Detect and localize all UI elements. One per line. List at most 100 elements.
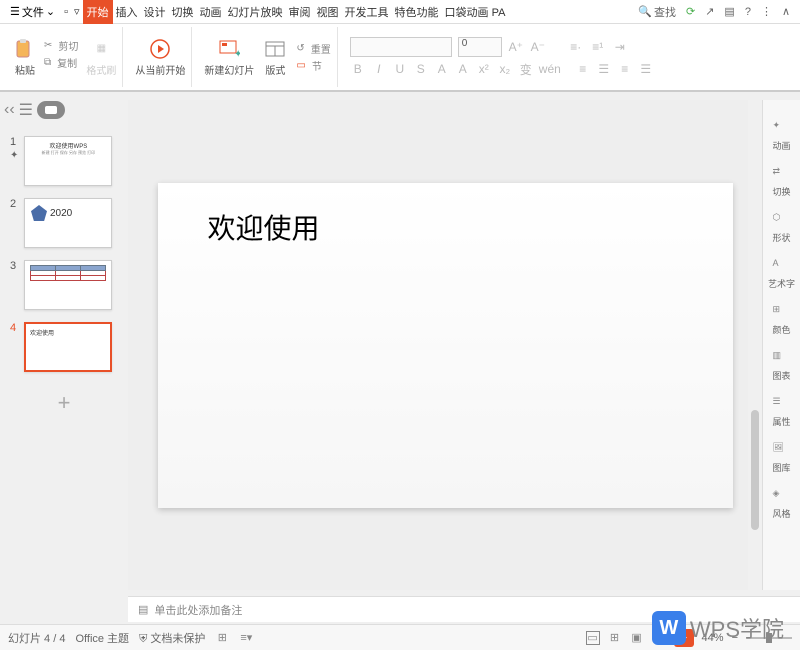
tab-transition[interactable]: 切换 <box>169 2 197 22</box>
pinyin-button[interactable]: wén <box>539 62 555 76</box>
right-panel-properties[interactable]: ☰属性 <box>772 396 790 428</box>
scroll-thumb[interactable] <box>751 410 759 530</box>
quick-dropdown[interactable]: ▿ <box>71 3 83 20</box>
tab-pocketanim[interactable]: 口袋动画 PA <box>442 2 509 22</box>
file-menu[interactable]: ☰ 文件 ⌄ <box>4 4 61 20</box>
subscript-button[interactable]: x₂ <box>497 62 513 76</box>
reading-view-button[interactable]: ▣ <box>630 631 644 645</box>
share-icon[interactable]: ↗ <box>705 5 714 18</box>
collapse-icon[interactable]: ∧ <box>782 5 790 18</box>
search-box[interactable]: 🔍 查找 <box>638 4 676 20</box>
section-button[interactable]: ▭节 <box>296 58 330 73</box>
underline-button[interactable]: U <box>392 62 408 76</box>
thumbnail-view-toggle[interactable] <box>37 101 65 119</box>
vertical-scrollbar[interactable] <box>748 100 762 590</box>
align-left-button[interactable]: ≡ <box>575 62 591 76</box>
highlight-button[interactable]: A <box>455 62 471 76</box>
paste-icon <box>14 38 36 60</box>
protect-status[interactable]: ⛨ 文档未保护 <box>139 630 205 646</box>
slide-thumb-1[interactable]: 1 ✦ 欢迎使用WPS 新建 打开 保存 另存 预览 打印 <box>0 130 128 192</box>
shield-icon: ⛨ <box>139 633 147 645</box>
gallery-icon: 🖼 <box>772 442 790 460</box>
tab-insert[interactable]: 插入 <box>113 2 141 22</box>
layout-button[interactable]: 版式 <box>264 38 286 77</box>
brush-icon: ▦ <box>90 38 112 60</box>
slide-number: 4 <box>10 322 18 334</box>
tab-view[interactable]: 视图 <box>314 2 342 22</box>
right-panel-label: 颜色 <box>772 323 790 336</box>
transition-icon: ⇄ <box>772 166 790 184</box>
tab-start[interactable]: 开始 <box>83 0 113 24</box>
status-icon-1[interactable]: ⊞ <box>215 631 229 645</box>
right-panel-animation[interactable]: ✦动画 <box>772 120 790 152</box>
slide-thumbnail: 欢迎使用WPS 新建 打开 保存 另存 预览 打印 <box>24 136 112 186</box>
tab-design[interactable]: 设计 <box>141 2 169 22</box>
paste-button[interactable]: 粘贴 <box>14 38 36 77</box>
right-panel-chart[interactable]: ▥图表 <box>772 350 790 382</box>
status-icon-2[interactable]: ≡▾ <box>239 631 253 645</box>
sorter-view-button[interactable]: ⊞ <box>608 631 622 645</box>
format-painter-label: 格式刷 <box>86 62 116 77</box>
case-button[interactable]: 变 <box>518 61 534 78</box>
slide-thumb-2[interactable]: 2 2020 <box>0 192 128 254</box>
right-panel-gallery[interactable]: 🖼图库 <box>772 442 790 474</box>
indent-button[interactable]: ⇥ <box>612 40 628 54</box>
right-panel-shape[interactable]: ⬡形状 <box>772 212 790 244</box>
theme-label: Office 主题 <box>75 630 129 646</box>
right-panel-colors[interactable]: ⊞颜色 <box>772 304 790 336</box>
font-family-select[interactable] <box>350 37 452 57</box>
more-icon[interactable]: ⋮ <box>761 5 772 18</box>
cloud-sync-icon[interactable]: ⟳ <box>686 5 695 18</box>
numbering-button[interactable]: ≡¹ <box>590 40 606 54</box>
slide-thumb-3[interactable]: 3 <box>0 254 128 316</box>
increase-font-button[interactable]: A⁺ <box>508 40 524 54</box>
new-slide-button[interactable]: ✦ 新建幻灯片 <box>204 38 254 77</box>
slide-canvas[interactable]: 欢迎使用 <box>158 183 733 508</box>
calendar-icon[interactable]: ▤ <box>724 5 734 18</box>
align-justify-button[interactable]: ☰ <box>638 62 654 76</box>
wps-logo-icon: W <box>652 611 686 645</box>
help-icon[interactable]: ? <box>745 6 751 18</box>
bold-button[interactable]: B <box>350 62 366 76</box>
right-panel-transition[interactable]: ⇄切换 <box>772 166 790 198</box>
slide-title-text[interactable]: 欢迎使用 <box>208 207 683 247</box>
superscript-button[interactable]: x² <box>476 62 492 76</box>
collapse-sidebar-icon[interactable]: ‹‹ <box>4 101 15 119</box>
search-label: 查找 <box>654 4 676 20</box>
hamburger-icon: ☰ <box>10 5 20 18</box>
tab-slideshow[interactable]: 幻灯片放映 <box>225 2 286 22</box>
font-color-button[interactable]: A <box>434 62 450 76</box>
tab-special[interactable]: 特色功能 <box>392 2 442 22</box>
copy-button[interactable]: ⧉复制 <box>44 55 78 70</box>
animation-star-icon: ✦ <box>10 150 18 161</box>
slideshow-group: 从当前开始 <box>129 27 192 87</box>
decrease-font-button[interactable]: A⁻ <box>530 40 546 54</box>
outline-view-icon[interactable]: ☰ <box>19 100 33 120</box>
slide-thumb-4[interactable]: 4 欢迎使用 <box>0 316 128 378</box>
ribbon: 粘贴 ✂剪切 ⧉复制 ▦ 格式刷 从当前开始 ✦ 新建幻灯片 版式 <box>0 24 800 92</box>
align-center-button[interactable]: ☰ <box>596 62 612 76</box>
right-panel-label: 图库 <box>772 461 790 474</box>
right-panel-wordart[interactable]: A艺术字 <box>768 258 795 290</box>
reset-button[interactable]: ↺重置 <box>296 41 330 56</box>
cut-button[interactable]: ✂剪切 <box>44 38 78 53</box>
save-icon[interactable]: ▫ <box>61 4 71 20</box>
tab-animation[interactable]: 动画 <box>197 2 225 22</box>
tab-review[interactable]: 审阅 <box>286 2 314 22</box>
format-painter-button[interactable]: ▦ 格式刷 <box>86 38 116 77</box>
right-panel-label: 风格 <box>772 507 790 520</box>
right-panel-style[interactable]: ◈风格 <box>772 488 790 520</box>
font-size-select[interactable]: 0 <box>458 37 502 57</box>
add-slide-button[interactable]: + <box>0 378 128 428</box>
play-from-current-button[interactable]: 从当前开始 <box>135 38 185 77</box>
normal-view-button[interactable]: ▭ <box>586 631 600 645</box>
strike-button[interactable]: S <box>413 62 429 76</box>
italic-button[interactable]: I <box>371 62 387 76</box>
menu-bar: ☰ 文件 ⌄ ▫ ▿ 开始 插入 设计 切换 动画 幻灯片放映 审阅 视图 开发… <box>0 0 800 24</box>
right-panel-label: 艺术字 <box>768 277 795 290</box>
style-icon: ◈ <box>772 488 790 506</box>
align-right-button[interactable]: ≡ <box>617 62 633 76</box>
colors-icon: ⊞ <box>772 304 790 322</box>
tab-devtools[interactable]: 开发工具 <box>342 2 392 22</box>
bullets-button[interactable]: ≡· <box>568 40 584 54</box>
